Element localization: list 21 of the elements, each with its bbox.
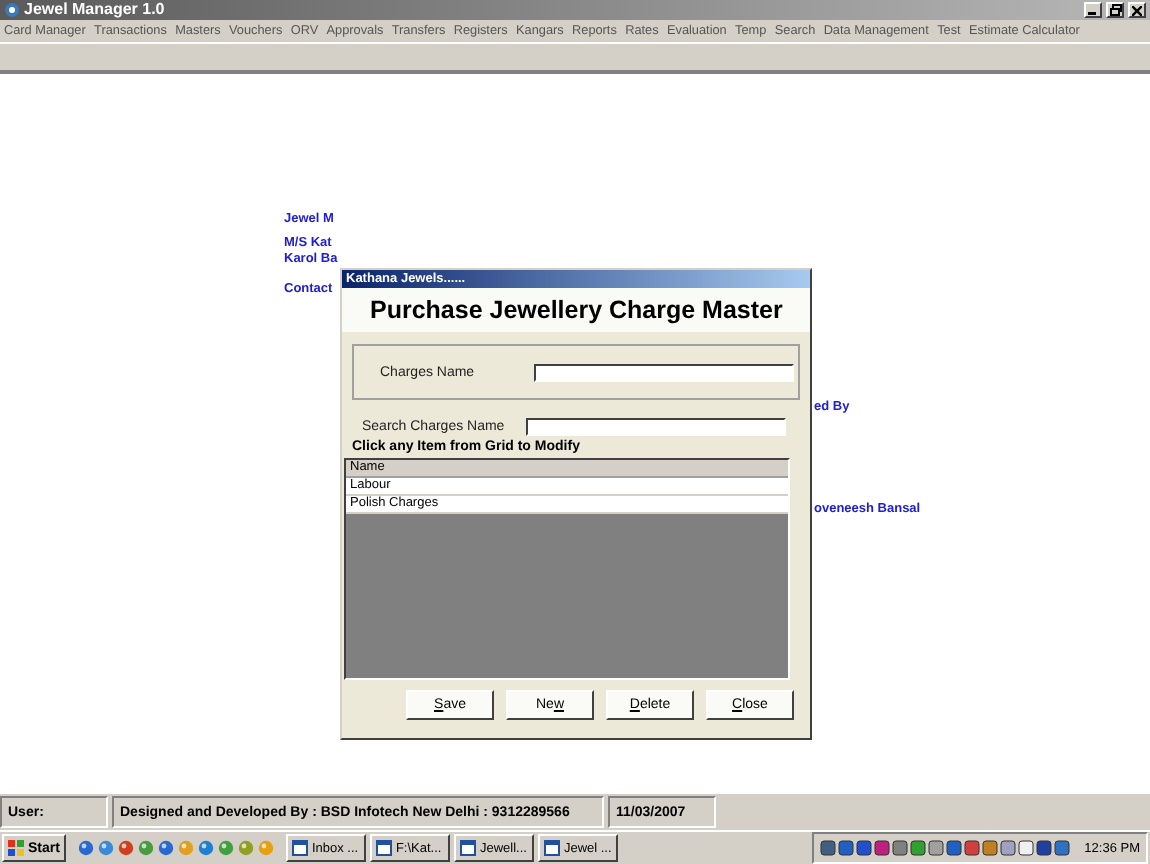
program-icon[interactable] [157,840,174,856]
text-field[interactable] [526,418,786,436]
form-heading: Purchase Jewellery Charge Master [342,288,810,332]
minimize-button[interactable] [1084,2,1102,18]
window-icon [291,840,308,856]
windows-logo-icon [8,840,24,856]
program-icon[interactable] [137,840,154,856]
restore-button[interactable] [1106,2,1124,18]
text-field[interactable] [534,363,794,381]
program-icon[interactable] [117,840,134,856]
program-icon[interactable] [77,840,94,856]
app-icon [4,2,20,18]
close-icon [1132,5,1142,15]
program-icon[interactable] [97,840,114,856]
window-icon [543,840,560,856]
program-icon[interactable] [197,840,214,856]
window-icon [459,840,476,856]
close-button[interactable] [1128,2,1146,18]
window-icon [375,840,392,856]
restore-icon [1109,4,1121,16]
window-title: Jewel Manager 1.0 [24,0,167,20]
